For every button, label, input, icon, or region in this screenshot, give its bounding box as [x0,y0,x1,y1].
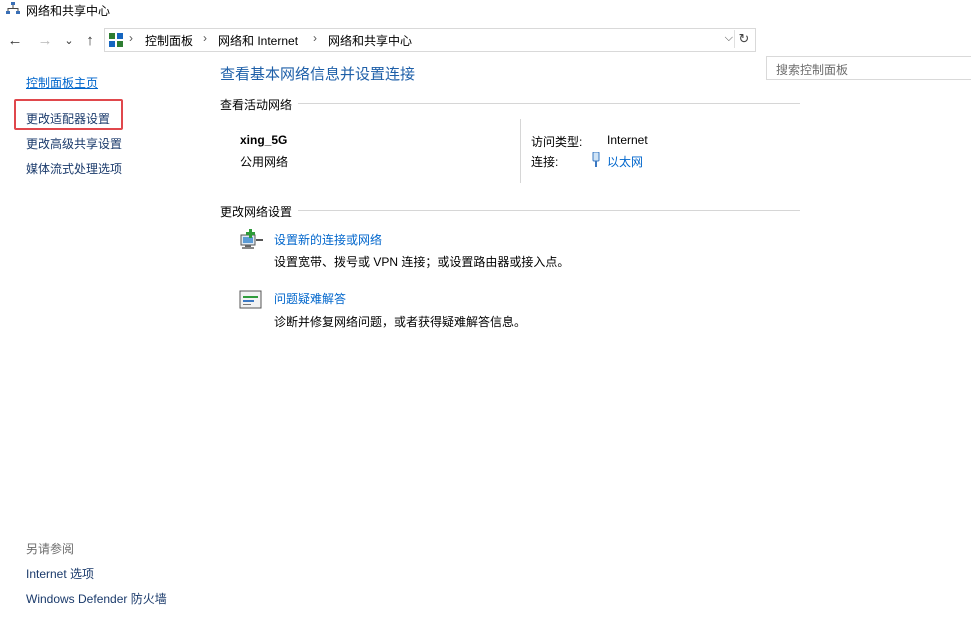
network-type-link: 公用网络 [240,155,289,169]
breadcrumb-network-internet[interactable]: 网络和 Internet [218,32,298,49]
troubleshoot-description: 诊断并修复网络问题，或者获得疑难解答信息。 [274,315,527,329]
search-placeholder: 搜索控制面板 [776,63,849,77]
refresh-icon[interactable]: ↻ [734,30,753,48]
active-networks-heading: 查看活动网络 [220,96,299,113]
access-type-value: Internet [607,133,648,147]
network-name: xing_5G [240,133,288,147]
troubleshoot-icon [239,290,263,313]
up-button[interactable]: ↑ [81,31,99,49]
search-input[interactable]: 搜索控制面板 [766,56,971,80]
network-center-icon [6,2,20,19]
sidebar-home-link[interactable]: 控制面板主页 [26,74,98,91]
see-also-title: 另请参阅 [26,542,75,556]
sidebar-item-media-streaming[interactable]: 媒体流式处理选项 [26,160,122,177]
change-settings-section: 更改网络设置 [220,203,800,220]
setup-new-connection-link[interactable]: 设置新的连接或网络 [274,231,382,248]
control-panel-icon [108,32,124,51]
new-connection-icon [238,228,264,255]
section-divider [220,103,800,104]
access-type-label: 访问类型: [531,135,583,149]
breadcrumb-separator: › [313,31,317,45]
connection-ethernet-link[interactable]: 以太网 [607,153,643,170]
back-button[interactable]: ← [6,31,24,49]
sidebar-item-advanced-sharing[interactable]: 更改高级共享设置 [26,135,122,152]
connection-label: 连接: [531,155,559,169]
page-title: 查看基本网络信息并设置连接 [220,66,416,83]
breadcrumb-separator: › [129,31,133,45]
breadcrumb-network-center[interactable]: 网络和共享中心 [328,32,412,49]
ethernet-icon [591,151,601,171]
see-also-firewall[interactable]: Windows Defender 防火墙 [26,590,167,607]
setup-new-connection-description: 设置宽带、拨号或 VPN 连接；或设置路由器或接入点。 [274,255,570,269]
active-networks-section: 查看活动网络 [220,96,800,113]
breadcrumb-separator: › [203,31,207,45]
breadcrumb-control-panel[interactable]: 控制面板 [145,32,193,49]
navigation-bar: ← → ⌄ ↑ › 控制面板 › 网络和 Internet › 网络和共享中心 … [0,28,971,80]
chevron-down-icon[interactable]: ⌵ [725,32,733,45]
troubleshoot-link[interactable]: 问题疑难解答 [274,290,346,307]
title-bar: 网络和共享中心 [0,0,971,22]
sidebar-item-adapter-settings[interactable]: 更改适配器设置 [26,110,110,127]
see-also-internet-options[interactable]: Internet 选项 [26,565,94,582]
forward-button[interactable]: → [36,31,54,49]
change-settings-heading: 更改网络设置 [220,203,299,220]
vertical-divider [520,119,521,183]
recent-locations-button[interactable]: ⌄ [60,31,78,49]
section-divider [220,210,800,211]
address-bar[interactable]: › 控制面板 › 网络和 Internet › 网络和共享中心 ⌵ ↻ [104,28,756,52]
window-title: 网络和共享中心 [26,4,111,18]
